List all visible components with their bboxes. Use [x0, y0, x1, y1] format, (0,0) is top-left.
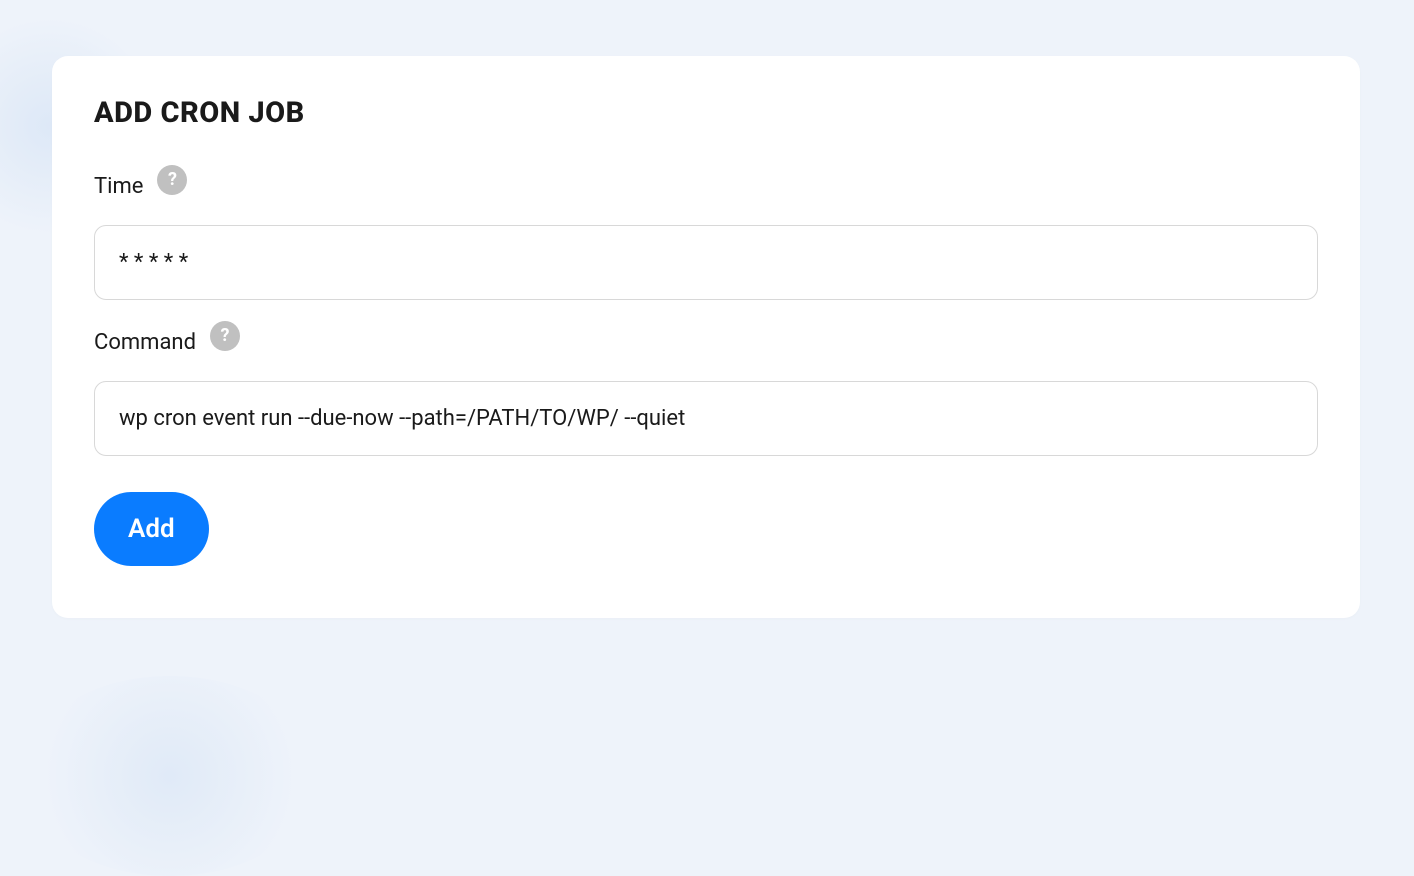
time-label: Time	[94, 174, 143, 199]
time-input[interactable]	[94, 225, 1318, 300]
add-button[interactable]: Add	[94, 492, 209, 566]
help-icon[interactable]: ?	[210, 321, 240, 351]
help-icon[interactable]: ?	[157, 165, 187, 195]
command-input[interactable]	[94, 381, 1318, 456]
card-title: ADD CRON JOB	[94, 96, 1318, 130]
add-cron-job-card: ADD CRON JOB Time ? Command ? Add	[52, 56, 1360, 618]
time-field-group: Time ?	[94, 174, 1318, 300]
time-label-row: Time ?	[94, 174, 1318, 199]
command-field-group: Command ?	[94, 330, 1318, 456]
command-label: Command	[94, 330, 196, 355]
command-label-row: Command ?	[94, 330, 1318, 355]
